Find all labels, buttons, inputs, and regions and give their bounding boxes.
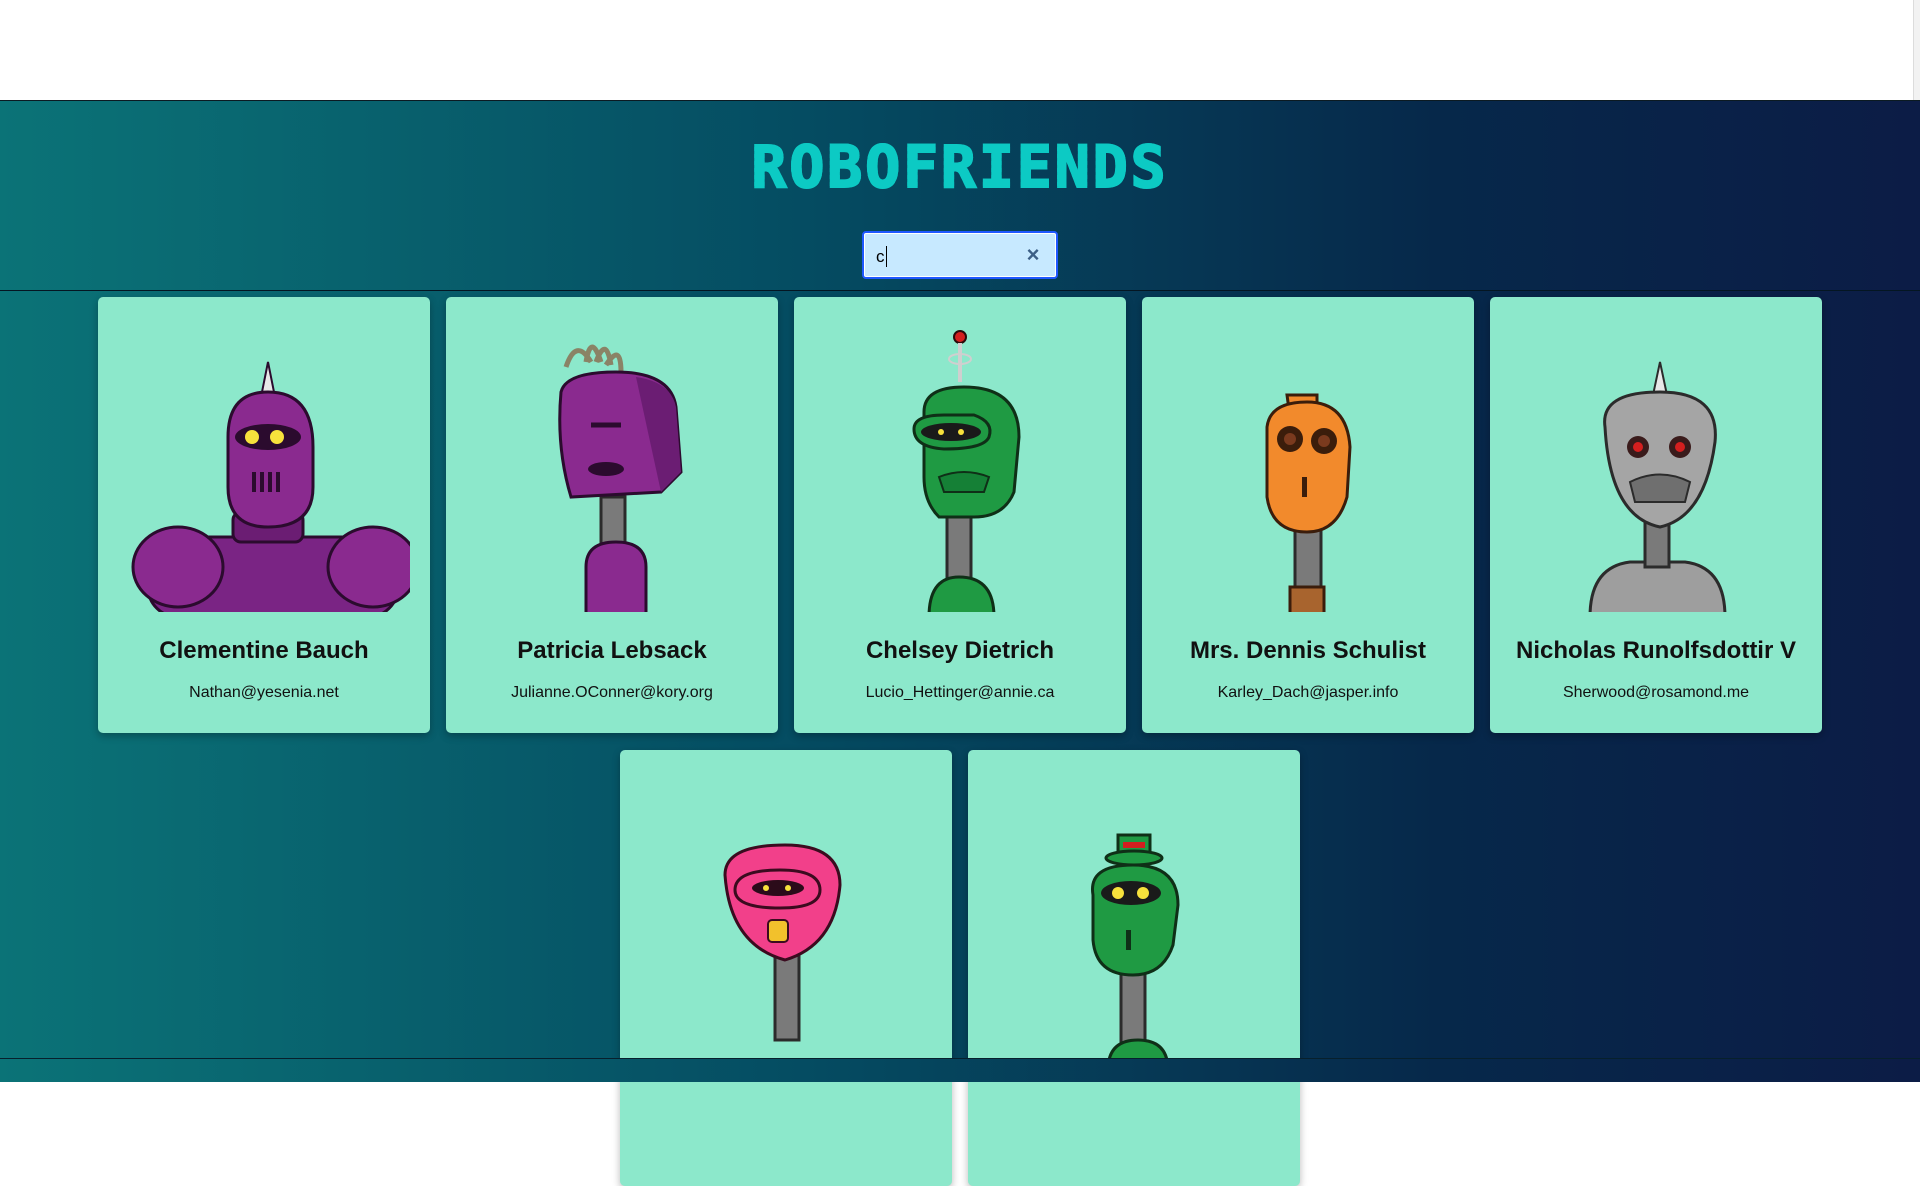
- robot-name: Chelsey Dietrich: [865, 637, 1055, 664]
- robot-card[interactable]: [968, 750, 1300, 1186]
- robot-email: Lucio_Hettinger@annie.ca: [865, 684, 1055, 701]
- robot-email: Nathan@yesenia.net: [189, 684, 339, 701]
- robot-image: [466, 317, 758, 612]
- app-title: ROBOFRIENDS: [0, 132, 1920, 202]
- robot-image: [988, 770, 1280, 1065]
- robot-name: Mrs. Dennis Schulist: [1189, 637, 1427, 664]
- robot-email: Sherwood@rosamond.me: [1562, 684, 1750, 701]
- bottom-bar: [0, 1058, 1920, 1082]
- robot-card[interactable]: Mrs. Dennis Schulist Karley_Dach@jasper.…: [1142, 297, 1474, 733]
- robot-image: [1510, 317, 1802, 612]
- robot-email: Julianne.OConner@kory.org: [511, 684, 713, 701]
- search-box[interactable]: ×: [862, 231, 1058, 279]
- browser-blank-area: [0, 0, 1914, 100]
- robot-name: Patricia Lebsack: [517, 637, 707, 664]
- robot-card[interactable]: Nicholas Runolfsdottir V Sherwood@rosamo…: [1490, 297, 1822, 733]
- robot-card[interactable]: [620, 750, 952, 1186]
- close-icon[interactable]: ×: [1022, 244, 1044, 266]
- robot-image: [814, 317, 1106, 612]
- robot-name: Clementine Bauch: [159, 637, 369, 664]
- robot-image: [640, 770, 932, 1065]
- robot-card[interactable]: Clementine Bauch Nathan@yesenia.net: [98, 297, 430, 733]
- text-caret: [886, 246, 887, 267]
- robot-email: Karley_Dach@jasper.info: [1217, 684, 1399, 701]
- robot-card[interactable]: Patricia Lebsack Julianne.OConner@kory.o…: [446, 297, 778, 733]
- header: ROBOFRIENDS ×: [0, 101, 1920, 291]
- robot-image: [1162, 317, 1454, 612]
- search-input[interactable]: [874, 245, 1018, 269]
- scrollbar[interactable]: [1913, 0, 1920, 100]
- robot-image: [118, 317, 410, 612]
- robot-card[interactable]: Chelsey Dietrich Lucio_Hettinger@annie.c…: [794, 297, 1126, 733]
- app-container: ROBOFRIENDS ×: [0, 100, 1920, 1186]
- robot-name: Nicholas Runolfsdottir V: [1515, 637, 1796, 664]
